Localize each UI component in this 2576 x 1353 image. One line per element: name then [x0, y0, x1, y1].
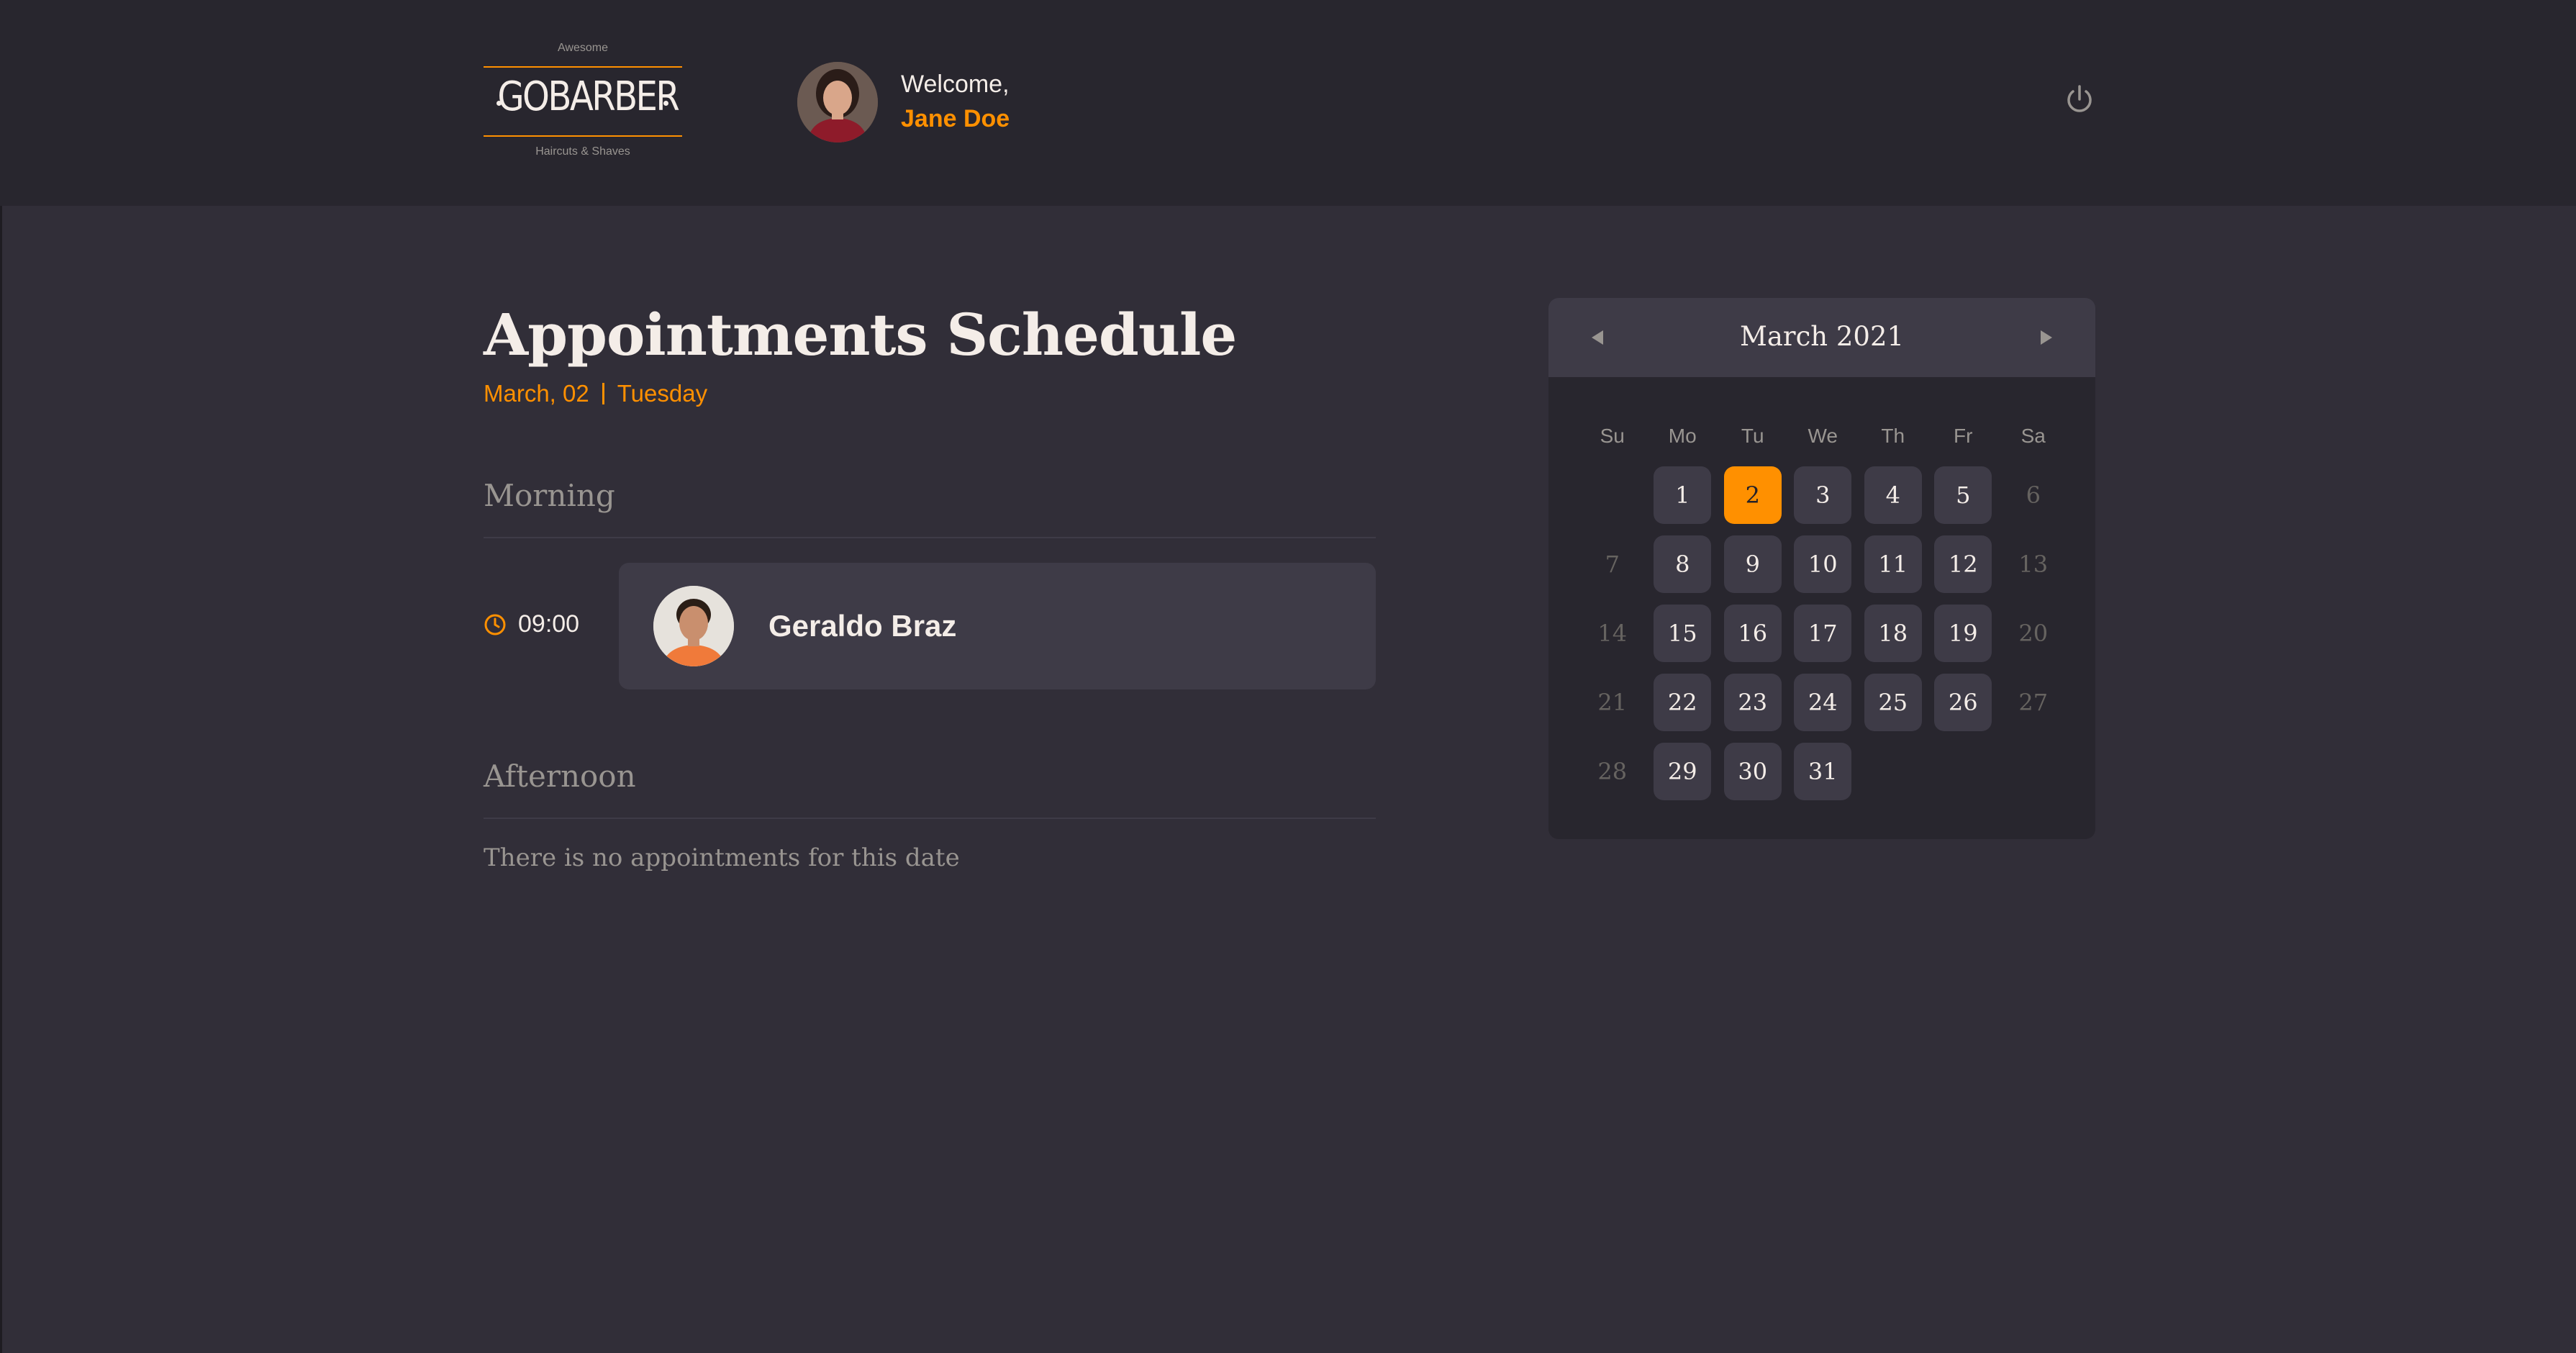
calendar-day-20: 20 — [2018, 620, 2049, 647]
calendar-month-label: March 2021 — [1739, 321, 1905, 352]
logo-tagline-bottom: Haircuts & Shaves — [535, 145, 630, 158]
calendar-day-13: 13 — [2018, 551, 2049, 578]
calendar-day-29[interactable]: 29 — [1654, 743, 1712, 800]
calendar-day-18[interactable]: 18 — [1864, 605, 1922, 662]
appointment-card[interactable]: Geraldo Braz — [619, 563, 1376, 689]
calendar-day-8[interactable]: 8 — [1654, 535, 1712, 593]
weekday-label: Th — [1881, 425, 1905, 447]
calendar-day-7: 7 — [1605, 551, 1620, 578]
calendar-day-11[interactable]: 11 — [1864, 535, 1922, 593]
afternoon-section-title: Afternoon — [484, 759, 636, 794]
logo-divider-top — [484, 66, 682, 68]
logo-wordmark: GOBARBER — [497, 73, 680, 120]
selected-date: March, 02 — [484, 380, 589, 407]
page-title: Appointments Schedule — [484, 301, 1237, 368]
calendar-day-6: 6 — [2026, 481, 2041, 509]
calendar-day-25[interactable]: 25 — [1864, 674, 1922, 731]
calendar-day-16[interactable]: 16 — [1723, 605, 1782, 662]
morning-divider — [484, 537, 1376, 538]
date-separator — [602, 383, 604, 404]
app-header: Awesome GOBARBER Haircuts & Shaves Welco… — [0, 0, 2576, 206]
calendar-day-28: 28 — [1597, 758, 1628, 785]
weekday-label: Mo — [1668, 425, 1697, 447]
calendar-header: March 2021 — [1548, 298, 2095, 377]
power-icon[interactable] — [2061, 81, 2098, 118]
logo-tagline-top: Awesome — [558, 42, 608, 54]
calendar-day-12[interactable]: 12 — [1934, 535, 1992, 593]
calendar-day-4[interactable]: 4 — [1864, 466, 1922, 524]
weekday-label: Sa — [2021, 425, 2046, 447]
calendar-day-9[interactable]: 9 — [1723, 535, 1782, 593]
calendar-day-22[interactable]: 22 — [1654, 674, 1712, 731]
calendar-weekdays: Su Mo Tu We Th Fr Sa — [1577, 425, 2067, 453]
morning-section-title: Morning — [484, 478, 615, 513]
calendar-day-5[interactable]: 5 — [1934, 466, 1992, 524]
weekday-label: Tu — [1741, 425, 1764, 447]
user-avatar[interactable] — [797, 62, 878, 142]
afternoon-divider — [484, 818, 1376, 819]
selected-date-info: March, 02 Tuesday — [484, 380, 707, 407]
calendar-day-30[interactable]: 30 — [1723, 743, 1782, 800]
weekday-label: Su — [1600, 425, 1625, 447]
logo-dot-right — [663, 101, 668, 106]
client-name: Geraldo Braz — [768, 609, 957, 643]
clock-icon — [484, 613, 507, 636]
calendar-day-24[interactable]: 24 — [1794, 674, 1852, 731]
calendar-day-27: 27 — [2018, 689, 2049, 716]
appointment-time-label: 09:00 — [518, 610, 580, 638]
client-avatar — [653, 586, 734, 666]
logo-divider-bottom — [484, 135, 682, 137]
calendar-day-3[interactable]: 3 — [1794, 466, 1852, 524]
calendar-day-10[interactable]: 10 — [1794, 535, 1852, 593]
appointment-time: 09:00 — [484, 610, 579, 638]
chevron-right-icon[interactable] — [2033, 325, 2058, 350]
calendar-day-26[interactable]: 26 — [1934, 674, 1992, 731]
gobarber-logo[interactable]: Awesome GOBARBER Haircuts & Shaves — [484, 39, 682, 166]
selected-weekday: Tuesday — [617, 380, 708, 407]
calendar-day-2[interactable]: 2 — [1723, 466, 1782, 524]
welcome-label: Welcome, — [901, 71, 1010, 98]
calendar-day-31[interactable]: 31 — [1794, 743, 1852, 800]
no-appointments-message: There is no appointments for this date — [484, 843, 960, 872]
calendar: March 2021 Su Mo Tu We Th Fr Sa 1 2 3 4 5 6 7 8 9 10 11 1… — [1548, 298, 2095, 839]
calendar-day-21: 21 — [1597, 689, 1628, 716]
weekday-label: We — [1808, 425, 1838, 447]
weekday-label: Fr — [1954, 425, 1973, 447]
calendar-day-17[interactable]: 17 — [1794, 605, 1852, 662]
user-name-link[interactable]: Jane Doe — [901, 105, 1010, 133]
calendar-day-14: 14 — [1597, 620, 1628, 647]
calendar-day-19[interactable]: 19 — [1934, 605, 1992, 662]
calendar-day-1[interactable]: 1 — [1654, 466, 1712, 524]
calendar-day-15[interactable]: 15 — [1654, 605, 1712, 662]
calendar-day-23[interactable]: 23 — [1723, 674, 1782, 731]
